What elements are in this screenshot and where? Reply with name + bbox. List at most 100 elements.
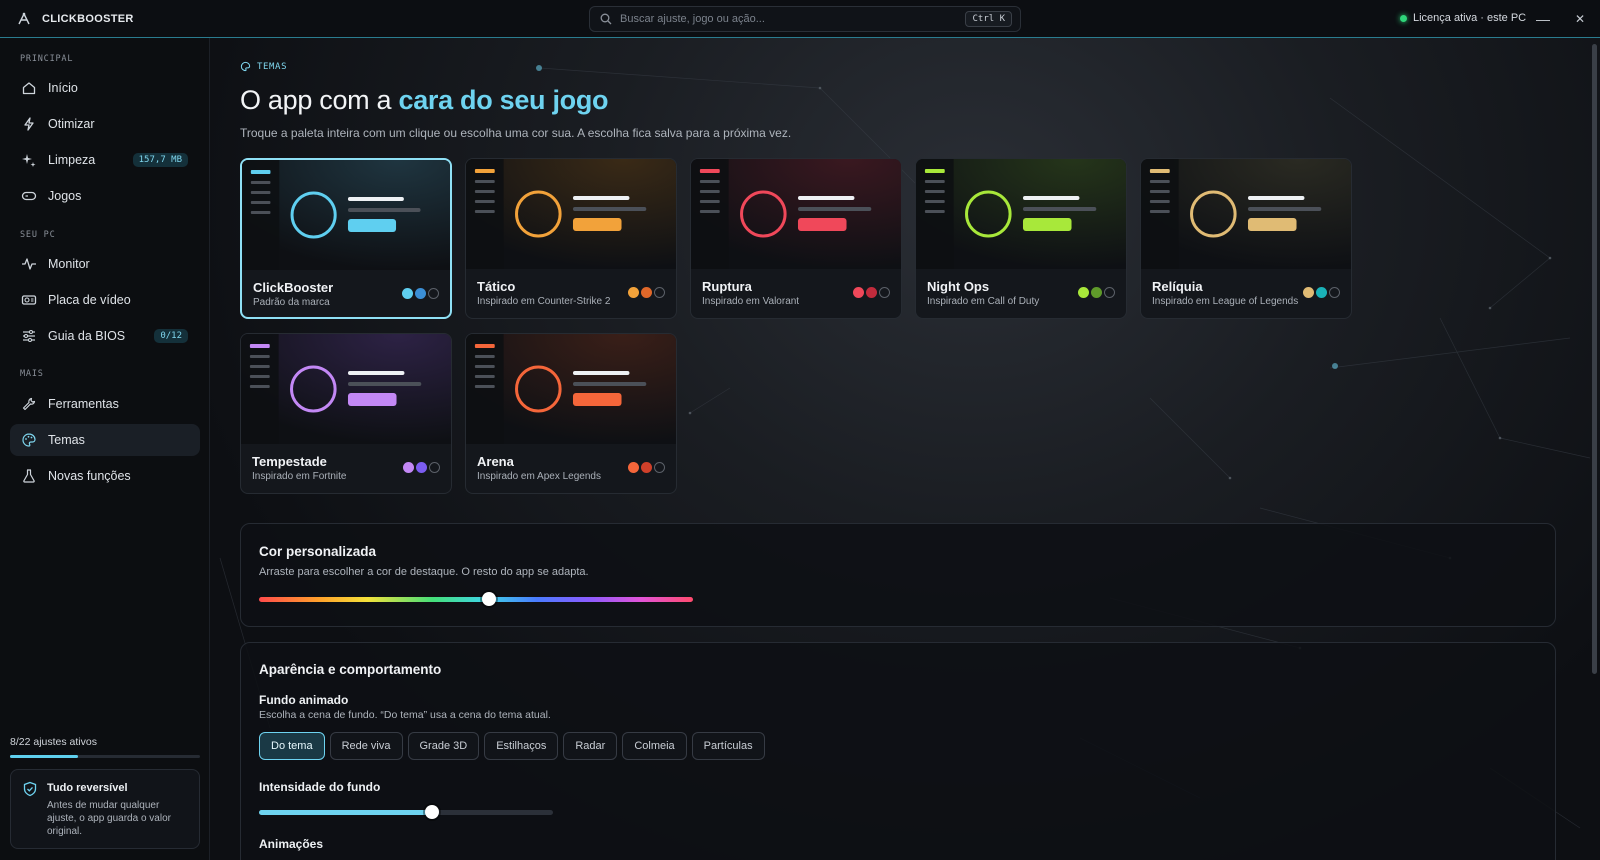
section-eyebrow: TEMAS — [240, 61, 287, 72]
scene-option[interactable]: Radar — [563, 732, 618, 760]
swatch-secondary — [866, 287, 877, 298]
close-button[interactable]: ✕ — [1570, 9, 1590, 29]
hue-slider-handle[interactable] — [482, 592, 497, 606]
theme-subtitle: Inspirado em Apex Legends — [477, 471, 601, 482]
swatch-ring — [429, 462, 440, 473]
theme-preview — [466, 334, 676, 444]
sidebar-item-jogos[interactable]: Jogos — [10, 180, 200, 212]
custom-color-title: Cor personalizada — [259, 544, 377, 559]
theme-swatches — [1303, 287, 1340, 298]
theme-subtitle: Inspirado em Valorant — [702, 296, 800, 307]
theme-card[interactable]: Tático Inspirado em Counter-Strike 2 — [465, 158, 677, 319]
scene-option[interactable]: Colmeia — [622, 732, 687, 760]
theme-preview — [241, 334, 451, 444]
sidebar-item-inicio[interactable]: Início — [10, 72, 200, 104]
swatch-primary — [628, 462, 639, 473]
search-input[interactable]: Buscar ajuste, jogo ou ação... Ctrl K — [589, 6, 1021, 32]
theme-preview — [1141, 159, 1351, 269]
scene-option[interactable]: Grade 3D — [407, 732, 480, 760]
license-dot-icon — [1400, 14, 1407, 22]
sidebar-item-label: Guia da BIOS — [48, 329, 126, 343]
theme-name: Ruptura — [702, 279, 752, 294]
eyebrow-label: TEMAS — [257, 61, 288, 72]
theme-swatches — [403, 462, 440, 473]
theme-name: ClickBooster — [253, 280, 334, 295]
appearance-title: Aparência e comportamento — [259, 662, 442, 677]
swatch-ring — [1104, 287, 1115, 298]
sidebar-item-ferramentas[interactable]: Ferramentas — [10, 388, 200, 420]
section-label-mais: MAIS — [20, 369, 44, 379]
theme-name: Arena — [477, 454, 514, 469]
swatch-ring — [1329, 287, 1340, 298]
sparkle-icon — [22, 154, 36, 167]
theme-card[interactable]: ClickBooster Padrão da marca — [240, 158, 452, 319]
theme-card[interactable]: Night Ops Inspirado em Call of Duty — [915, 158, 1127, 319]
theme-swatches — [628, 462, 665, 473]
theme-card[interactable]: Relíquia Inspirado em League of Legends — [1140, 158, 1352, 319]
scene-option[interactable]: Rede viva — [329, 732, 403, 760]
sidebar-item-placa-de-video[interactable]: Placa de vídeo — [10, 284, 200, 316]
brand-logo-icon — [18, 11, 30, 24]
swatch-secondary — [1316, 287, 1327, 298]
sidebar-item-label: Início — [48, 81, 78, 95]
sliders-icon — [23, 330, 35, 342]
flask-icon — [23, 469, 35, 483]
section-label-seu-pc: SEU PC — [20, 230, 56, 240]
theme-subtitle: Inspirado em Fortnite — [252, 471, 347, 482]
swatch-primary — [853, 287, 864, 298]
appearance-panel: Aparência e comportamento Fundo animado … — [240, 642, 1556, 860]
bolt-icon — [24, 117, 34, 131]
pulse-icon — [22, 258, 36, 270]
theme-name: Night Ops — [927, 279, 990, 294]
theme-subtitle: Padrão da marca — [253, 297, 330, 308]
page-title-prefix: O app com a — [240, 85, 399, 115]
search-placeholder: Buscar ajuste, jogo ou ação... — [620, 13, 765, 25]
scene-option[interactable]: Partículas — [691, 732, 765, 760]
minimize-button[interactable]: — — [1533, 9, 1553, 29]
hue-slider[interactable] — [259, 592, 693, 606]
main-content: TEMAS O app com a cara do seu jogo Troqu… — [210, 38, 1600, 860]
intensity-title: Intensidade do fundo — [259, 780, 381, 794]
theme-card[interactable]: Arena Inspirado em Apex Legends — [465, 333, 677, 494]
shield-check-icon — [23, 781, 37, 797]
sidebar-item-temas[interactable]: Temas — [10, 424, 200, 456]
swatch-primary — [628, 287, 639, 298]
scene-option[interactable]: Estilhaços — [484, 732, 559, 760]
intensity-slider[interactable] — [259, 805, 553, 819]
background-title: Fundo animado — [259, 693, 349, 707]
sidebar-item-label: Jogos — [48, 189, 82, 203]
theme-swatches — [628, 287, 665, 298]
sidebar-item-otimizar[interactable]: Otimizar — [10, 108, 200, 140]
sidebar-item-guia-da-bios[interactable]: Guia da BIOS 0/12 — [10, 320, 200, 352]
sidebar-item-novas-funcoes[interactable]: Novas funções — [10, 460, 200, 492]
intensity-slider-fill — [259, 810, 433, 815]
wrench-icon — [22, 397, 36, 411]
theme-card[interactable]: Ruptura Inspirado em Valorant — [690, 158, 902, 319]
info-title: Tudo reversível — [47, 782, 128, 794]
swatch-primary — [402, 288, 413, 299]
intensity-slider-handle[interactable] — [425, 805, 440, 819]
home-icon — [22, 82, 36, 95]
swatch-primary — [1078, 287, 1089, 298]
palette-icon — [240, 61, 251, 72]
palette-icon — [22, 433, 36, 447]
swatch-secondary — [641, 287, 652, 298]
swatch-secondary — [415, 288, 426, 299]
swatch-ring — [654, 462, 665, 473]
cleanup-size-badge: 157,7 MB — [132, 153, 188, 167]
sidebar-item-monitor[interactable]: Monitor — [10, 248, 200, 280]
theme-card[interactable]: Tempestade Inspirado em Fortnite — [240, 333, 452, 494]
theme-preview — [916, 159, 1126, 269]
sidebar-item-limpeza[interactable]: Limpeza 157,7 MB — [10, 144, 200, 176]
sidebar-item-label: Otimizar — [48, 117, 95, 131]
theme-name: Tático — [477, 279, 516, 294]
sidebar-item-label: Placa de vídeo — [48, 293, 131, 307]
scrollbar[interactable] — [1592, 44, 1597, 674]
scene-option[interactable]: Do tema — [259, 732, 325, 760]
search-icon — [600, 13, 612, 25]
page-title: O app com a cara do seu jogo — [240, 85, 609, 116]
swatch-ring — [879, 287, 890, 298]
sidebar-item-label: Novas funções — [48, 469, 131, 483]
swatch-secondary — [641, 462, 652, 473]
sidebar-item-label: Limpeza — [48, 153, 96, 167]
